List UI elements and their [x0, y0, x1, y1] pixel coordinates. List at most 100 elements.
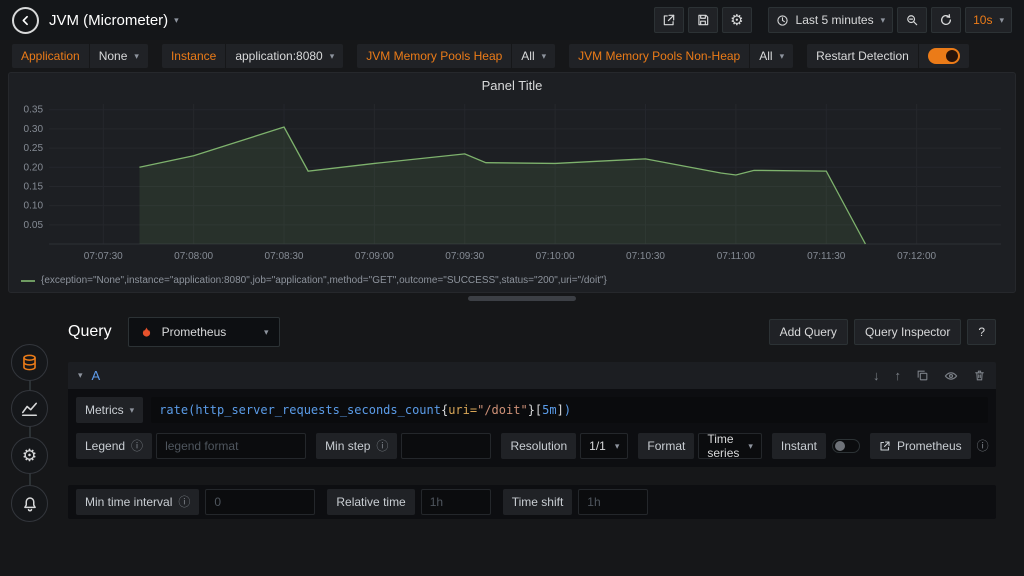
time-range-picker[interactable]: Last 5 minutes ▾: [768, 7, 894, 33]
refresh-icon: [939, 13, 953, 27]
chart-legend[interactable]: {exception="None",instance="application:…: [15, 275, 1009, 286]
share-icon: [662, 13, 676, 27]
query-ref-id: A: [92, 368, 101, 383]
restart-detection-toggle[interactable]: [928, 48, 960, 64]
editor-tabs-rail: ⚙: [0, 308, 60, 576]
legend-label: Legend ⓘ: [76, 433, 152, 459]
tab-alert[interactable]: [11, 485, 48, 522]
resolution-label: Resolution: [501, 433, 576, 459]
share-button[interactable]: [654, 7, 684, 33]
save-icon: [696, 13, 710, 27]
chart-area[interactable]: 0.050.100.150.200.250.300.3507:07:3007:0…: [15, 96, 1009, 274]
min-time-interval-input[interactable]: [205, 489, 315, 515]
back-arrow-icon: [19, 14, 32, 27]
help-button[interactable]: ?: [967, 319, 996, 345]
panel-title[interactable]: Panel Title: [15, 76, 1009, 96]
zoom-out-button[interactable]: [897, 7, 927, 33]
variable-heap-pools: JVM Memory Pools Heap All▾: [357, 44, 555, 68]
query-inspector-button[interactable]: Query Inspector: [854, 319, 961, 345]
time-shift-input[interactable]: [578, 489, 648, 515]
tab-queries[interactable]: [11, 344, 48, 381]
time-shift-label: Time shift: [503, 489, 573, 515]
navbar-actions: ⚙ Last 5 minutes ▾ 10s ▾: [654, 7, 1012, 33]
legend-format-input[interactable]: [156, 433, 306, 459]
y-tick-label: 0.05: [24, 220, 44, 231]
time-range-chevron-down-icon: ▾: [881, 16, 886, 25]
query-token: http_server_requests_seconds_count: [195, 403, 441, 417]
restart-detection-label: Restart Detection: [807, 44, 918, 68]
move-query-down-icon[interactable]: ↓: [873, 369, 880, 382]
refresh-interval-picker[interactable]: 10s ▾: [965, 7, 1012, 33]
info-icon[interactable]: ⓘ: [977, 440, 989, 452]
metrics-chevron-down-icon: ▾: [130, 406, 135, 415]
clock-icon: [776, 14, 789, 27]
duplicate-query-icon[interactable]: [916, 369, 929, 382]
variable-instance: Instance application:8080▾: [162, 44, 343, 68]
variable-application: Application None▾: [12, 44, 148, 68]
instant-toggle[interactable]: [832, 439, 860, 453]
metrics-dropdown[interactable]: Metrics ▾: [76, 397, 143, 423]
template-variables-row: Application None▾ Instance application:8…: [0, 42, 1024, 70]
x-tick-label: 07:12:00: [897, 251, 936, 262]
prometheus-icon: [139, 325, 154, 340]
external-link-icon: [879, 440, 891, 452]
chevron-down-icon: ▾: [748, 442, 753, 451]
tab-visualization[interactable]: [11, 390, 48, 427]
dashboard-settings-button[interactable]: ⚙: [722, 7, 751, 33]
title-chevron-down-icon[interactable]: ▾: [174, 16, 179, 25]
chevron-down-icon: ▾: [615, 442, 620, 451]
variable-nonheap-pools-value[interactable]: All▾: [750, 44, 793, 68]
collapse-chevron-down-icon[interactable]: ▾: [78, 371, 83, 380]
add-query-button[interactable]: Add Query: [769, 319, 848, 345]
gear-icon: ⚙: [22, 447, 37, 464]
variable-application-value[interactable]: None▾: [90, 44, 148, 68]
back-button[interactable]: [12, 7, 39, 34]
y-tick-label: 0.15: [24, 181, 44, 192]
min-time-interval-label: Min time interval ⓘ: [76, 489, 199, 515]
query-token: ]: [557, 403, 564, 417]
query-token: 5m: [542, 403, 556, 417]
query-row-a: ▾ A ↓ ↑: [68, 362, 996, 467]
variable-heap-pools-value[interactable]: All▾: [512, 44, 555, 68]
format-select[interactable]: Time series ▾: [698, 433, 762, 459]
legend-series-label[interactable]: {exception="None",instance="application:…: [41, 275, 607, 286]
info-icon[interactable]: ⓘ: [178, 496, 190, 508]
query-row-body: Metrics ▾ rate(http_server_requests_seco…: [68, 389, 996, 467]
variable-instance-value[interactable]: application:8080▾: [226, 44, 343, 68]
variable-heap-pools-label: JVM Memory Pools Heap: [357, 44, 511, 68]
x-tick-label: 07:09:30: [445, 251, 484, 262]
search-minus-icon: [905, 13, 919, 27]
query-token: "/doit": [477, 403, 528, 417]
x-tick-label: 07:07:30: [84, 251, 123, 262]
relative-time-input[interactable]: [421, 489, 491, 515]
datasource-picker[interactable]: Prometheus ▾: [128, 317, 280, 347]
query-token: uri=: [448, 403, 477, 417]
query-expression: rate(http_server_requests_seconds_count{…: [159, 403, 571, 417]
variable-application-label: Application: [12, 44, 89, 68]
promql-expression-input[interactable]: rate(http_server_requests_seconds_count{…: [151, 397, 988, 423]
grafana-app: JVM (Micrometer) ▾ ⚙ Last 5 minutes ▾: [0, 0, 1024, 576]
query-row-header[interactable]: ▾ A ↓ ↑: [68, 362, 996, 389]
tab-general[interactable]: ⚙: [11, 437, 48, 474]
instant-label: Instant: [772, 433, 826, 459]
save-button[interactable]: [688, 7, 718, 33]
min-step-input[interactable]: [401, 433, 491, 459]
horizontal-scrollbar[interactable]: [468, 296, 576, 301]
time-range-label: Last 5 minutes: [796, 13, 874, 27]
dashboard-title[interactable]: JVM (Micrometer): [49, 12, 168, 29]
resolution-select[interactable]: 1/1 ▾: [580, 433, 628, 459]
refresh-interval-value: 10s: [973, 13, 992, 27]
datasource-link-chip[interactable]: Prometheus: [870, 433, 971, 459]
series-area: [139, 127, 865, 244]
datasource-chevron-down-icon: ▾: [264, 328, 269, 337]
disable-query-eye-icon[interactable]: [944, 369, 958, 383]
x-tick-label: 07:10:30: [626, 251, 665, 262]
variable-nonheap-pools-label: JVM Memory Pools Non-Heap: [569, 44, 749, 68]
info-icon[interactable]: ⓘ: [376, 440, 388, 452]
info-icon[interactable]: ⓘ: [131, 440, 143, 452]
delete-query-trash-icon[interactable]: [973, 369, 986, 382]
relative-time-label: Relative time: [327, 489, 414, 515]
move-query-up-icon[interactable]: ↑: [895, 369, 902, 382]
refresh-button[interactable]: [931, 7, 961, 33]
variable-nonheap-pools: JVM Memory Pools Non-Heap All▾: [569, 44, 793, 68]
